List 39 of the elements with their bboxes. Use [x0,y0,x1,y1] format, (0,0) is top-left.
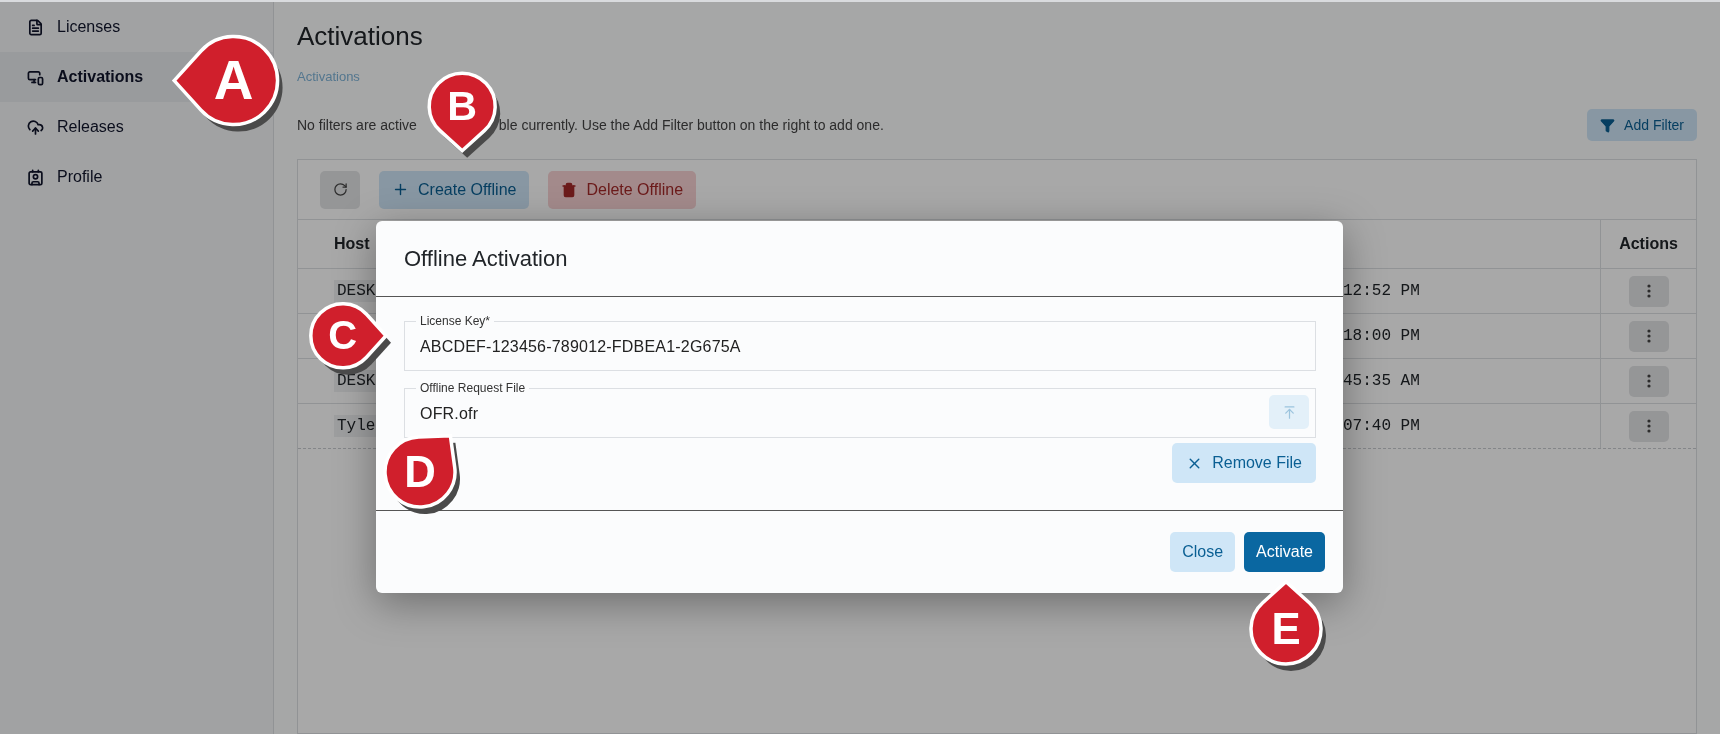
table-cell: DESK [334,280,379,302]
sidebar-item[interactable]: Profile [0,152,273,202]
table-cell: 45:35 AM [1343,372,1420,390]
more-icon [1646,374,1651,388]
more-icon [1646,419,1651,433]
plus-icon [392,181,409,198]
filter-notice: No filters are active [297,117,417,133]
sidebar-icon [27,68,44,86]
create-offline-button[interactable]: Create Offline [379,170,530,209]
upload-button[interactable] [1269,395,1309,429]
delete-offline-button[interactable]: Delete Offline [548,170,697,209]
add-filter-button[interactable]: Add Filter [1587,109,1697,141]
field-label: License Key* [416,314,495,328]
sidebar-icon [27,168,44,186]
trash-icon [561,181,578,198]
sidebar-icon [27,18,44,36]
remove-file-button[interactable]: Remove File [1172,443,1316,483]
column-header: Actions [1619,235,1678,253]
filter-notice: ble currently. Use the Add Filter button on the right to add one. [498,117,884,133]
activate-button[interactable]: Activate [1244,532,1325,572]
column-header: Host [334,235,370,253]
more-button[interactable] [1628,320,1669,352]
table-cell: Tyle [334,415,379,437]
dialog-title: Offline Activation [376,221,1343,297]
filter-icon [1600,117,1616,133]
refresh-icon [332,182,348,197]
sidebar-icon [27,118,44,136]
refresh-button[interactable] [320,170,360,209]
more-button[interactable] [1628,275,1669,307]
more-button[interactable] [1628,410,1669,442]
field-label: Offline Request File [416,381,530,395]
page-title: Activations [297,20,424,52]
close-button[interactable]: Close [1170,532,1236,572]
more-button[interactable] [1628,365,1669,397]
table-cell: 18:00 PM [1343,327,1420,345]
table-cell: 07:40 PM [1343,417,1420,435]
table-cell: 12:52 PM [1343,282,1420,300]
more-icon [1646,284,1651,298]
more-icon [1646,329,1651,343]
